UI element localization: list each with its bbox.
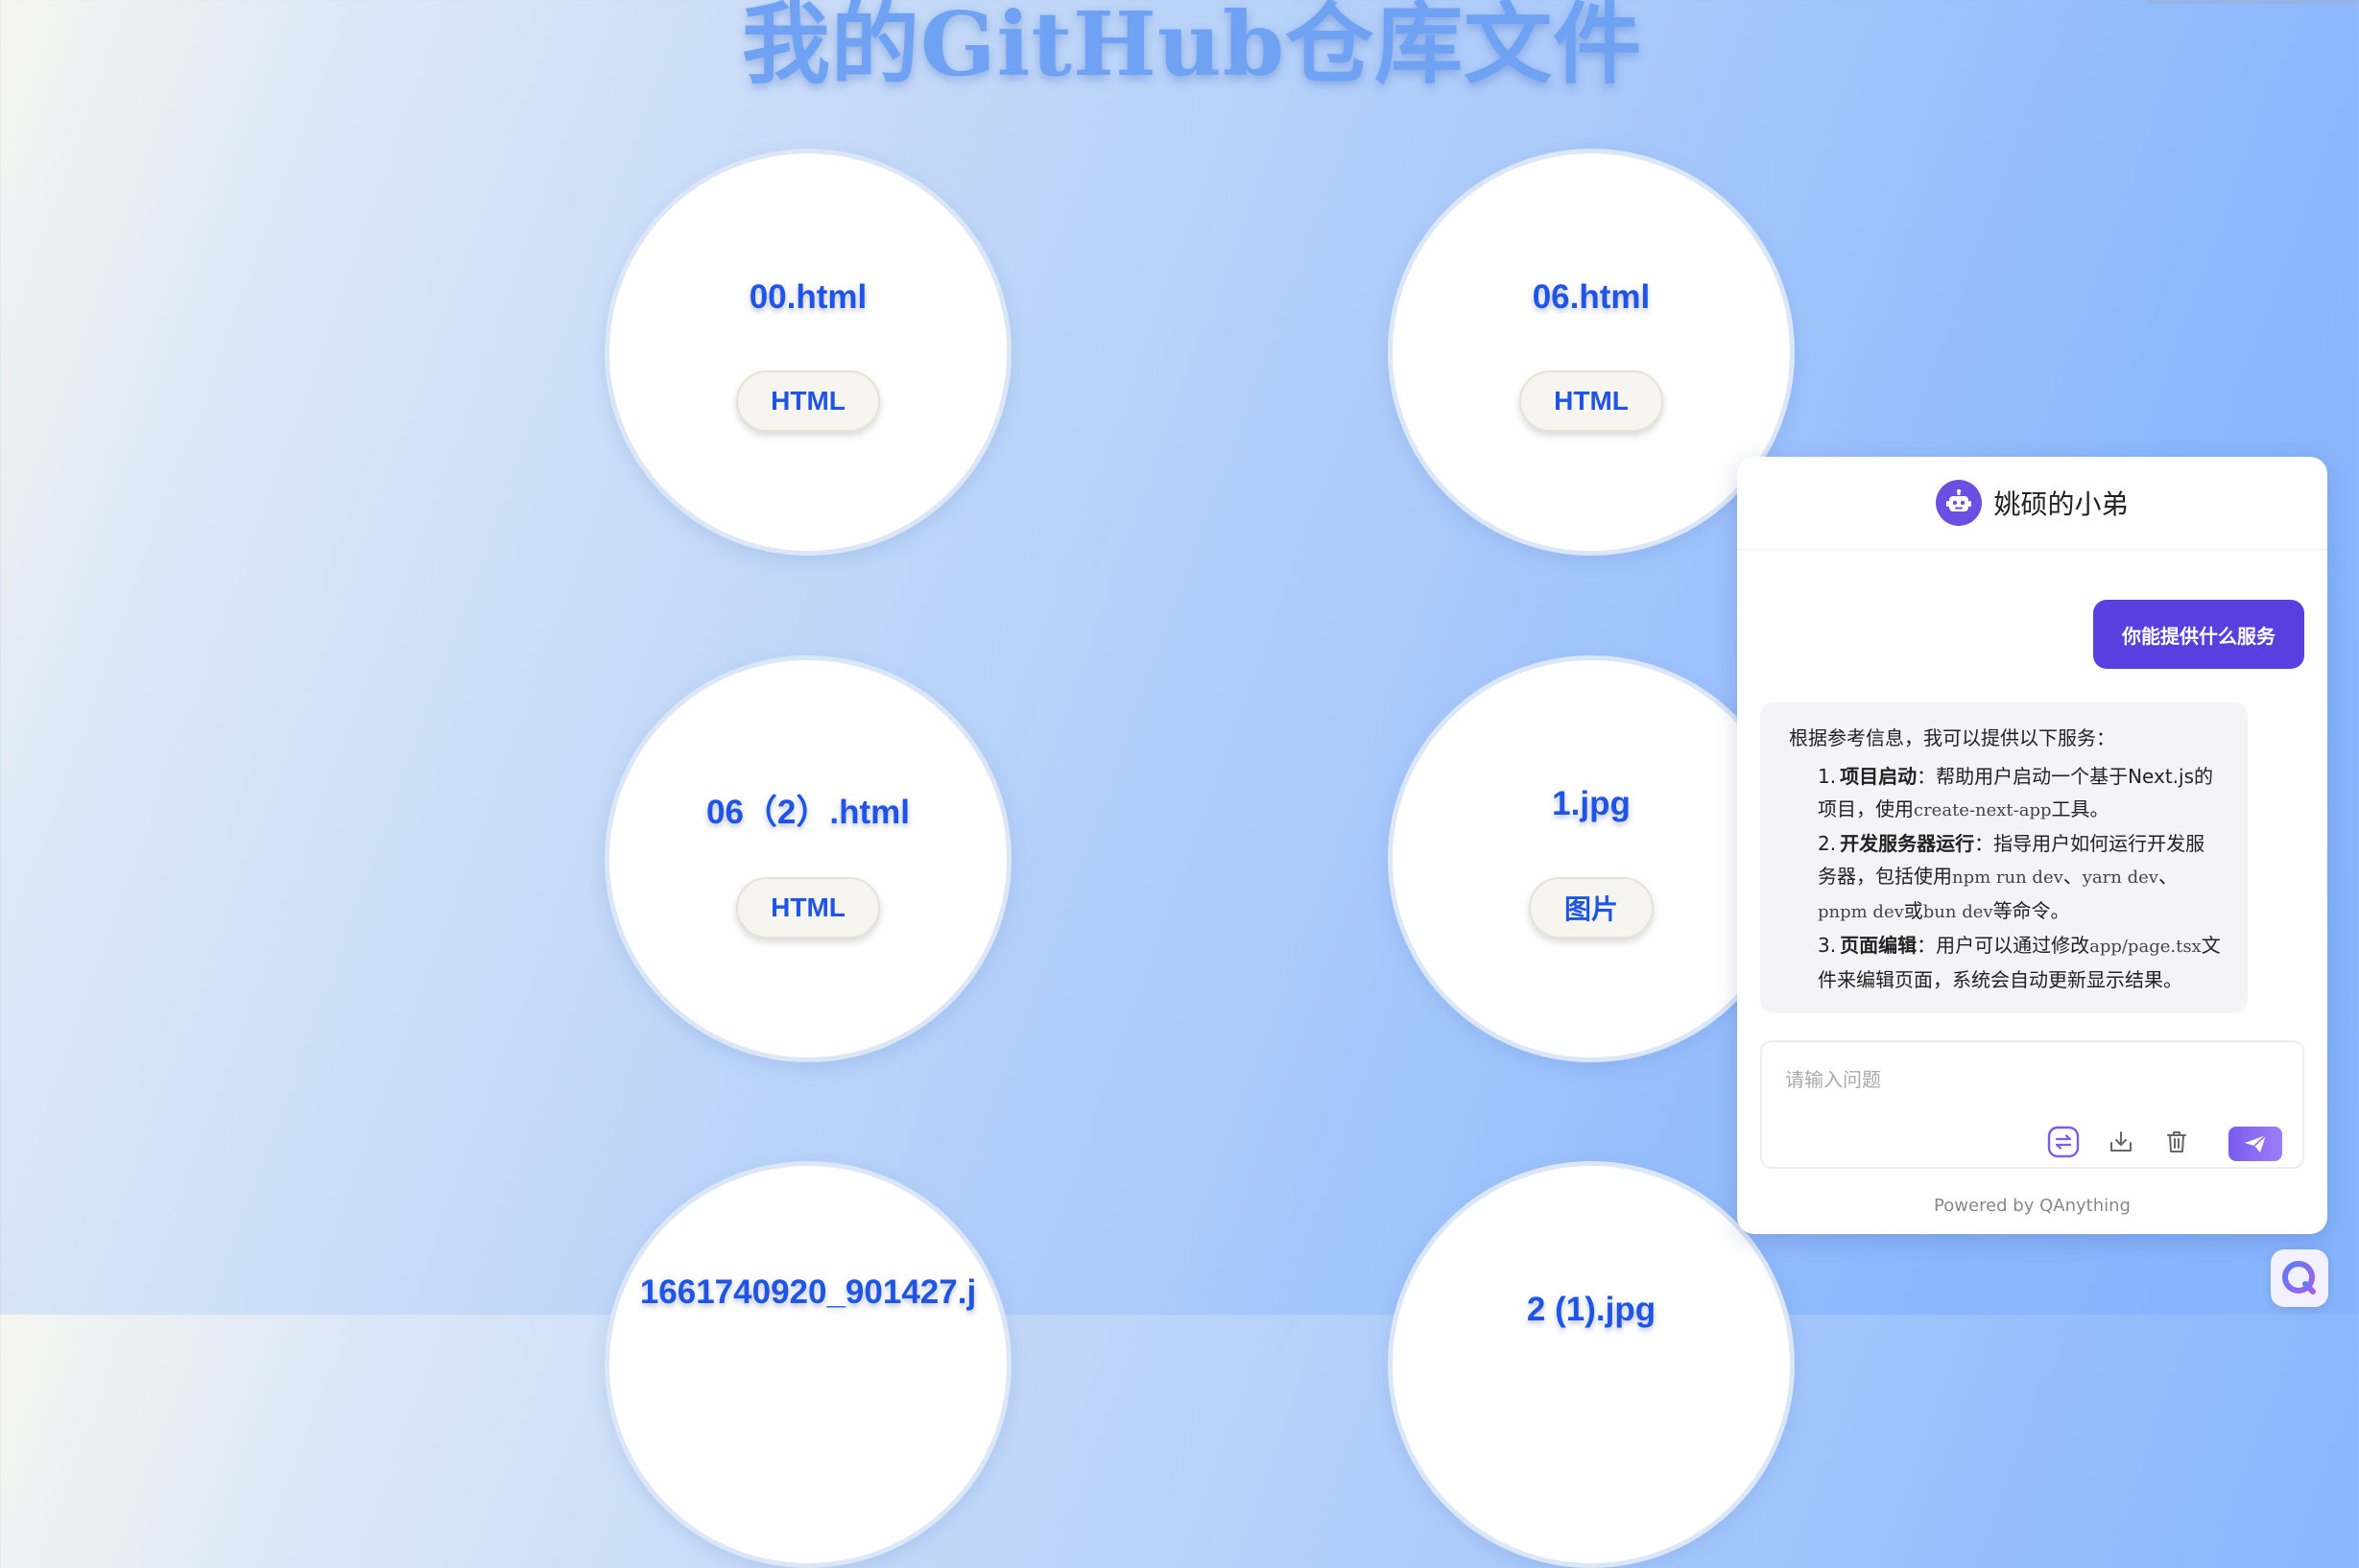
chat-panel: 姚硕的小弟 你能提供什么服务 根据参考信息，我可以提供以下服务： 1. 项目启动：… — [1737, 457, 2327, 1234]
question-input[interactable] — [1783, 1063, 2267, 1096]
bot-list: 1. 项目启动：帮助用户启动一个基于Next.js的项目，使用create-nex… — [1789, 760, 2221, 996]
refresh-icon[interactable] — [2046, 1125, 2081, 1159]
file-type-tag: HTML — [736, 877, 880, 938]
item-text: 等命令。 — [1992, 899, 2070, 922]
list-item: 1. 项目启动：帮助用户启动一个基于Next.js的项目，使用create-nex… — [1818, 760, 2221, 827]
chat-title: 姚硕的小弟 — [1993, 488, 2129, 520]
item-text: ：用户可以通过修改 — [1917, 934, 2090, 957]
chat-header: 姚硕的小弟 — [1737, 457, 2327, 550]
file-card[interactable]: 2 (1).jpg — [1388, 1161, 1795, 1568]
file-card[interactable]: 06（2）.html HTML — [605, 655, 1012, 1062]
trash-icon[interactable] — [2159, 1125, 2194, 1159]
file-type-tag: HTML — [736, 370, 880, 432]
user-message: 你能提供什么服务 — [2093, 600, 2304, 669]
item-text: 、 — [2157, 865, 2178, 888]
send-button[interactable] — [2228, 1127, 2282, 1161]
inline-code: pnpm dev — [1818, 902, 1904, 922]
inline-code: npm run dev — [1952, 867, 2063, 888]
file-name: 2 (1).jpg — [1526, 1291, 1656, 1328]
file-type-tag: HTML — [1519, 370, 1663, 432]
list-item: 3. 页面编辑：用户可以通过修改app/page.tsx文件来编辑页面，系统会自动… — [1818, 929, 2221, 996]
item-title: 页面编辑 — [1840, 934, 1918, 957]
file-card[interactable]: 1.jpg 图片 — [1388, 655, 1795, 1062]
item-text: 工具。 — [2051, 797, 2109, 820]
item-title: 项目启动 — [1840, 765, 1918, 788]
bot-message: 根据参考信息，我可以提供以下服务： 1. 项目启动：帮助用户启动一个基于Next.… — [1760, 702, 2248, 1013]
file-card[interactable]: 00.html HTML — [605, 149, 1012, 556]
powered-by-text: Powered by QAnything — [1934, 1196, 2131, 1216]
item-title: 开发服务器运行 — [1840, 832, 1975, 855]
file-name: 00.html — [749, 278, 868, 316]
inline-code: app/page.tsx — [2089, 937, 2202, 957]
file-name: 06（2）.html — [706, 794, 910, 831]
item-number: 3. — [1818, 934, 1837, 957]
inline-code: yarn dev — [2082, 867, 2158, 888]
qanything-logo-icon[interactable] — [2271, 1249, 2328, 1307]
file-name: 06.html — [1532, 278, 1651, 316]
page-title: 我的GitHub仓库文件 — [741, 0, 1643, 96]
download-icon[interactable] — [2104, 1125, 2138, 1159]
file-card[interactable]: 06.html HTML — [1388, 149, 1795, 556]
file-name: 1661740920_901427.j — [639, 1273, 977, 1311]
file-type-tag: 图片 — [1528, 877, 1655, 938]
file-card[interactable]: 1661740920_901427.j — [605, 1161, 1012, 1568]
item-number: 1. — [1818, 765, 1837, 788]
item-number: 2. — [1818, 832, 1837, 855]
inline-code: create-next-app — [1914, 800, 2052, 820]
item-text: 、 — [2062, 865, 2083, 888]
list-item: 2. 开发服务器运行：指导用户如何运行开发服务器，包括使用npm run dev、… — [1818, 827, 2221, 929]
item-text: 或 — [1903, 899, 1923, 922]
send-icon — [2245, 1134, 2267, 1152]
inline-code: bun dev — [1922, 902, 1993, 922]
robot-icon — [1936, 480, 1983, 526]
question-input-box — [1760, 1040, 2304, 1169]
file-name: 1.jpg — [1552, 785, 1631, 822]
bot-intro: 根据参考信息，我可以提供以下服务： — [1789, 726, 2115, 749]
